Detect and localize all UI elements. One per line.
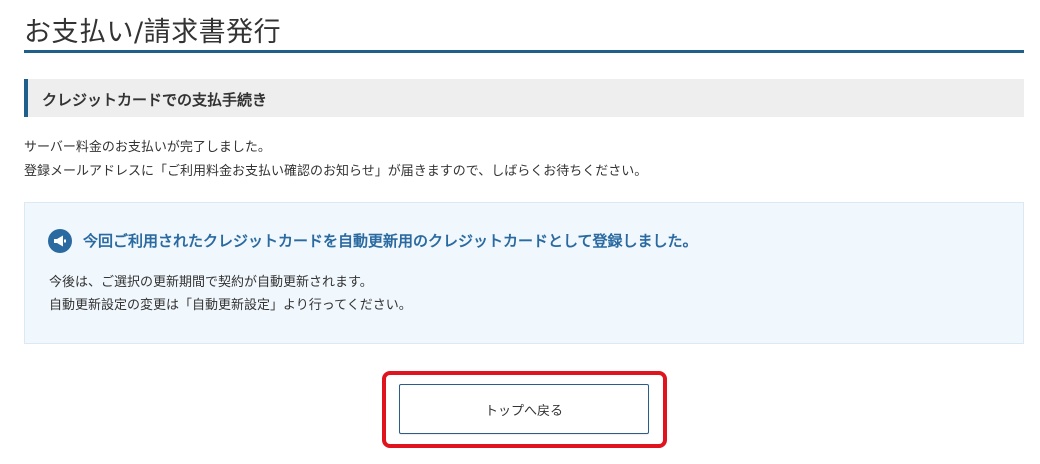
notification-message: 登録メールアドレスに「ご利用料金お支払い確認のお知らせ」が届きますので、しばらく… [24, 164, 648, 179]
page-title: お支払い/請求書発行 [24, 17, 282, 48]
info-heading: 今回ご利用されたクレジットカードを自動更新用のクレジットカードとして登録しました… [83, 232, 698, 250]
info-line-renewal: 今後は、ご選択の更新期間で契約が自動更新されます。 [49, 275, 373, 290]
back-to-top-button[interactable]: トップへ戻る [399, 384, 649, 434]
section-header-label: クレジットカードでの支払手続き [42, 91, 268, 109]
info-line-settings: 自動更新設定の変更は「自動更新設定」より行ってください。 [49, 298, 412, 313]
completion-message: サーバー料金のお支払いが完了しました。 [24, 140, 271, 155]
info-box: 今回ご利用されたクレジットカードを自動更新用のクレジットカードとして登録しました… [24, 202, 1024, 344]
title-divider [24, 50, 1024, 53]
megaphone-icon [48, 229, 72, 253]
section-header: クレジットカードでの支払手続き [24, 79, 1024, 117]
